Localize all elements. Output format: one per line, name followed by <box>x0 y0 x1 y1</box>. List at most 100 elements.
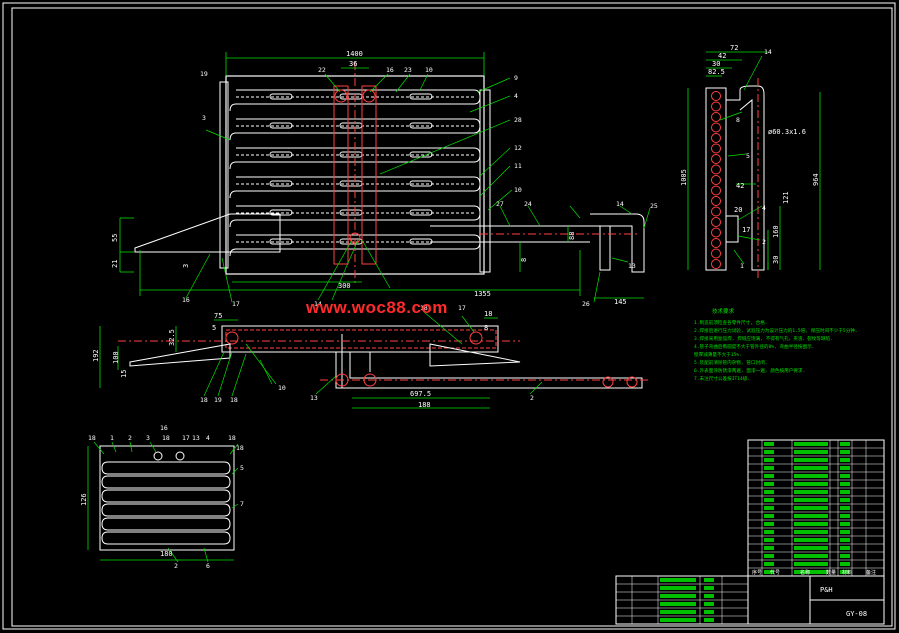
section-view: 126 180 18 1 2 3 16 18 17 13 4 18 18 5 7… <box>80 424 244 570</box>
dim-32-5: 32.5 <box>168 329 176 346</box>
bom-row-text <box>794 482 828 486</box>
bom-row-text <box>764 442 774 446</box>
bom-row-text <box>794 546 828 550</box>
bom-row-text <box>840 514 850 518</box>
dim-3: 3 <box>182 264 190 268</box>
side-tube <box>711 122 721 133</box>
bom-header-no: 序号 <box>752 569 762 576</box>
tech-note-3: 3.焊接采用氩弧焊, 焊缝应饱满, 不得有气孔、夹渣、裂纹等缺陷. <box>694 335 833 342</box>
dim-36: 36 <box>349 60 357 68</box>
bom-row-text <box>764 450 774 454</box>
dim-72: 72 <box>730 44 738 52</box>
front-view: 1400 36 55 21 300 1355 145 8 88 3 22 16 … <box>111 50 658 308</box>
dim-30b: 30 <box>772 256 780 264</box>
tech-notes-title: 技术要求 <box>712 307 735 315</box>
callout-sec-2b: 2 <box>174 562 178 570</box>
callout-sec-17: 17 <box>182 434 190 442</box>
inner-frame <box>11 7 893 627</box>
dim-100: 100 <box>112 351 120 364</box>
bom-header-remark: 备注 <box>866 569 876 576</box>
side-tube <box>711 238 721 248</box>
callout-17: 17 <box>232 300 240 308</box>
callout-sec-3: 3 <box>146 434 150 442</box>
tb-row-text <box>704 586 714 590</box>
bom-row-text <box>840 506 850 510</box>
tb-row-text <box>704 602 714 606</box>
side-tube <box>711 185 721 196</box>
section-tube <box>101 503 231 517</box>
side-tube <box>711 259 721 269</box>
bom-row-text <box>764 498 774 502</box>
bom-row-text <box>794 538 828 542</box>
bill-of-materials: 序号 代号 名称 数量 材料 备注 P&H GY-08 <box>615 439 885 625</box>
dim-8: 8 <box>520 258 528 262</box>
tb-row-text <box>660 594 696 598</box>
tech-note-1: 1.制造前须检查各零件尺寸, 合格. <box>694 319 768 326</box>
bom-row-text <box>764 458 774 462</box>
callout-side-1: 1 <box>740 262 744 270</box>
side-tube <box>711 175 721 185</box>
section-tube <box>101 531 231 545</box>
tech-note-8: 7.未注尺寸公差按IT14级. <box>694 375 750 382</box>
bom-row-text <box>840 562 850 566</box>
callout-14: 14 <box>616 200 624 208</box>
dim-width: 1400 <box>346 50 363 58</box>
callout-sec-18b: 18 <box>162 434 170 442</box>
callout-sec-18c: 18 <box>228 434 236 442</box>
callout-side-2: 2 <box>762 238 766 246</box>
bom-row-text <box>794 530 828 534</box>
callout-sec-18: 18 <box>88 434 96 442</box>
cad-drawing: 1400 36 55 21 300 1355 145 8 88 3 22 16 … <box>2 2 896 630</box>
bom-row-text <box>840 546 850 550</box>
dim-18: 18 <box>484 310 492 318</box>
bom-row-text <box>794 554 828 558</box>
bom-row-text <box>794 490 828 494</box>
dim-8: 8 <box>484 324 488 332</box>
dim-30: 30 <box>712 60 720 68</box>
callout-23: 23 <box>404 66 412 74</box>
dim-300: 300 <box>338 282 351 290</box>
dim-1005: 1005 <box>680 169 688 186</box>
callout-top-18c: 18 <box>230 396 238 404</box>
callout-22: 22 <box>318 66 326 74</box>
callout-9: 9 <box>514 74 518 82</box>
dim-42: 42 <box>718 52 726 60</box>
dim-82-5: 82.5 <box>708 68 725 76</box>
callout-side-8: 8 <box>736 116 740 124</box>
callout-top-10: 10 <box>278 384 286 392</box>
tb-row-text <box>660 618 696 622</box>
bom-row-text <box>840 538 850 542</box>
callout-sec-2: 2 <box>128 434 132 442</box>
tb-row-text <box>660 610 696 614</box>
callout-4: 4 <box>514 92 518 100</box>
section-tube <box>101 475 231 489</box>
dim-188: 188 <box>418 401 431 409</box>
tb-row-text <box>704 594 714 598</box>
tech-note-7: 6.外表面涂防锈漆两遍, 面漆一遍, 颜色按用户要求. <box>694 367 805 374</box>
bom-row-text <box>764 538 774 542</box>
bom-row-text <box>840 530 850 534</box>
watermark: www.woc88.com <box>306 298 448 317</box>
dim-17: 17 <box>742 226 750 234</box>
bom-row-text <box>764 562 774 566</box>
bom-row-text <box>840 498 850 502</box>
bom-row-text <box>794 514 828 518</box>
dim-964: 964 <box>812 173 820 186</box>
tb-row-text <box>704 578 714 582</box>
callout-19: 19 <box>200 70 208 78</box>
side-view: 72 42 30 82.5 ø60.3x1.6 1005 964 121 160… <box>680 44 821 280</box>
dim-21: 21 <box>111 260 119 268</box>
callout-sec-16: 16 <box>160 424 168 432</box>
side-tube <box>711 101 721 112</box>
tech-note-2: 2.焊接后进行压力试验, 试验压力为设计压力的1.5倍, 保压时间不少于5分钟. <box>694 327 858 334</box>
callout-24: 24 <box>524 200 532 208</box>
side-tube <box>711 133 721 143</box>
bom-row-text <box>840 490 850 494</box>
bom-header-material: 材料 <box>842 569 852 576</box>
bom-row-text <box>764 474 774 478</box>
tb-row-text <box>660 586 696 590</box>
side-tube <box>711 206 721 217</box>
bom-row-text <box>794 450 828 454</box>
tb-row-text <box>704 610 714 614</box>
tb-row-text <box>660 602 696 606</box>
